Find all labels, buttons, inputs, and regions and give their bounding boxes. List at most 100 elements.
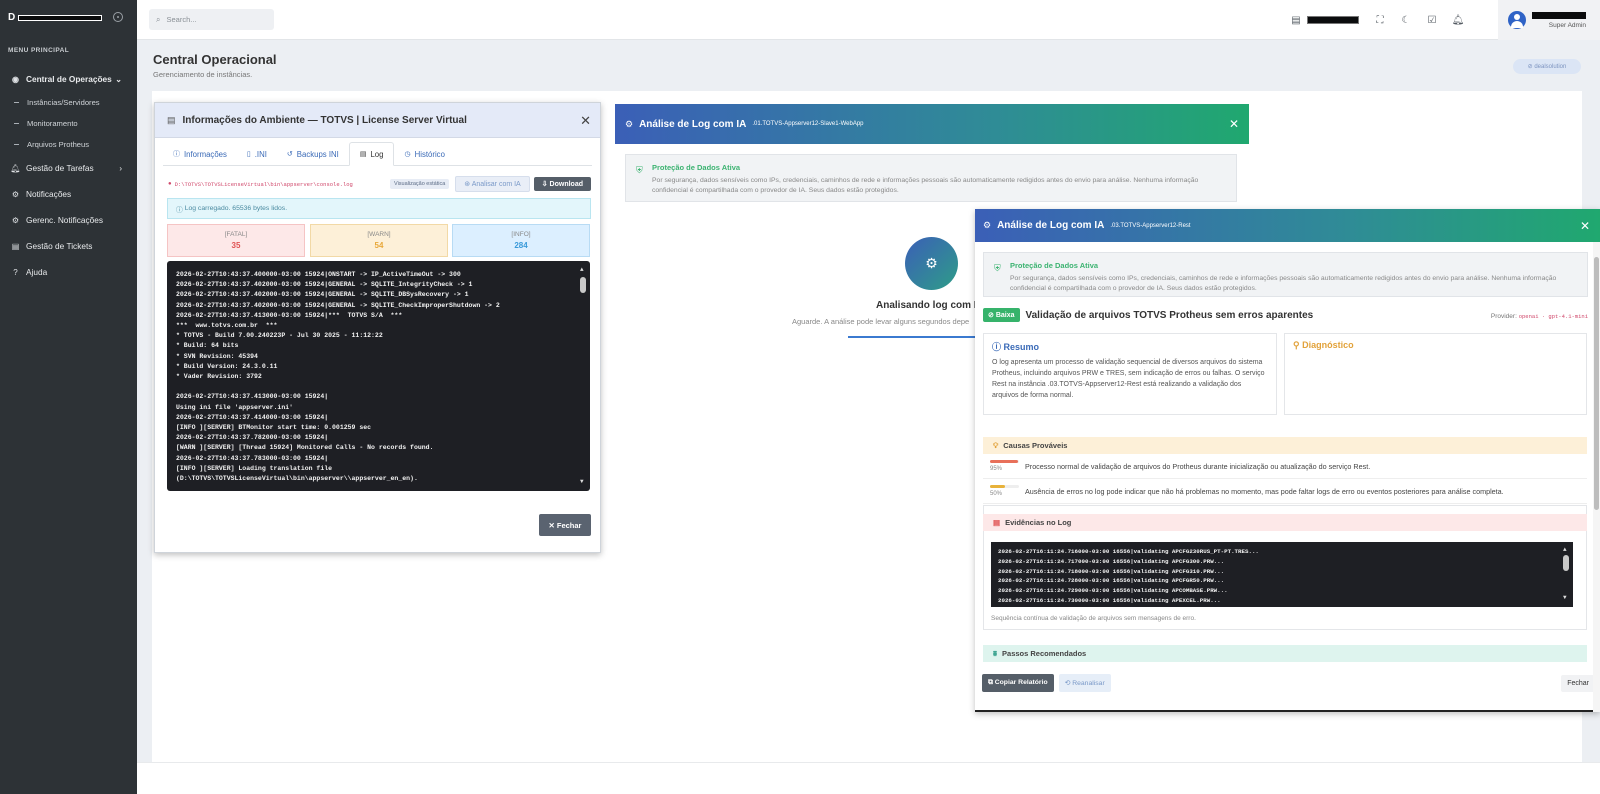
close-icon[interactable]: ✕ [1580,219,1590,233]
confidence-bar: 95% [990,460,1019,472]
counter-label: [FATAL] [224,231,248,238]
confidence-bar: 50% [990,485,1019,497]
page-header: Central Operacional Gerenciamento de ins… [153,52,277,79]
provider-label: Provider: [1490,313,1517,320]
avatar [1508,11,1526,29]
log-text: 2026-02-27T10:43:37.400000-03:00 15924|O… [176,271,500,483]
reanalyze-button[interactable]: ⟲ Reanalisar [1058,674,1111,692]
protection-title: Proteção de Dados Ativa [1010,261,1099,270]
info-icon: ⓘ [173,151,180,158]
analyzing-title: Analisando log com IA [876,300,984,311]
warn-counter: [WARN] 54 [310,224,448,257]
copy-report-button[interactable]: ⧉ Copiar Relatório [982,674,1054,692]
evidence-note: Sequência contínua de validação de arqui… [991,615,1196,622]
sidebar-item-monitoramento[interactable]: Monitoramento [0,113,137,134]
checklist-icon[interactable]: ☑ [1425,13,1439,27]
tab-log[interactable]: ▤ Log [348,142,395,166]
ai-analysis-modal-1: ⚙ Análise de Log com IA .01.TOTVS-Appser… [615,104,1249,144]
evidence-header: ▤ Evidências no Log [983,514,1587,531]
search-input[interactable]: ⌕ Search... [149,9,274,30]
sidebar-item-notificacoes[interactable]: ⚙ Notificações [0,181,137,207]
scrollbar[interactable]: ▲ ▼ [579,265,587,487]
bell-icon: 🔔︎ [10,163,21,173]
scroll-up-icon[interactable]: ▲ [580,265,584,275]
tab-label: Histórico [414,149,445,159]
counter-value: 54 [374,241,384,250]
scroll-thumb[interactable] [1594,257,1599,510]
tab-ini[interactable]: ▯ .INI [237,142,277,166]
causes-header: 💡︎ Causas Prováveis [983,437,1587,454]
bell-icon[interactable]: 🔔︎ [1451,13,1465,27]
scroll-up-icon[interactable]: ▲ [1563,545,1567,555]
diagnosis-title: ⚲ Diagnóstico [1293,340,1354,350]
brand-logo[interactable]: D [8,12,103,23]
scrollbar[interactable] [1593,242,1600,712]
sidebar-item-arquivos-protheus[interactable]: Arquivos Protheus [0,134,137,155]
moon-icon[interactable]: ☾ [1399,13,1413,27]
sidebar-item-label: Gestão de Tarefas [26,163,94,173]
analyzing-subtitle: Aguarde. A análise pode levar alguns seg… [792,317,970,326]
topbar: ⌕ Search... ▤ ⛶ ☾ ☑ 🔔︎ Super Admin [137,0,1600,40]
log-path-row: ● D:\TOTVS\TOTVSLicenseVirtual\bin\appse… [168,176,591,192]
severity-badge: ⊘ Baixa [983,308,1020,322]
sidebar-item-instancias[interactable]: Instâncias/Servidores [0,92,137,113]
server-icon: ▤ [167,114,176,125]
footer [137,762,1600,794]
provider-info: Provider: openai · gpt-4.1-mini [1491,313,1588,320]
user-menu[interactable]: Super Admin [1498,0,1600,40]
sidebar-toggle-icon[interactable] [113,12,123,22]
close-icon[interactable]: ✕ [1229,117,1239,131]
fullscreen-icon[interactable]: ⛶ [1373,13,1387,27]
steps-icon: ⩩ [993,648,998,658]
chevron-right-icon: › [119,163,122,173]
button-label: Analisar com IA [471,181,521,188]
cause-text: Processo normal de validação de arquivos… [1025,461,1371,471]
sidebar-item-gestao-tarefas[interactable]: 🔔︎ Gestão de Tarefas › [0,155,137,181]
log-console[interactable]: 2026-02-27T10:43:37.400000-03:00 15924|O… [167,261,590,491]
info-counter: [INFO] 284 [452,224,590,257]
close-button[interactable]: Fechar [1561,674,1595,692]
counter-label: [WARN] [367,231,391,238]
close-icon[interactable]: ✕ [580,113,591,129]
sidebar-item-gerenc-notificacoes[interactable]: ⚙ Gerenc. Notificações [0,207,137,233]
scroll-down-icon[interactable]: ▼ [580,477,584,487]
robot-icon: ⚙ [983,220,992,230]
tab-label: Log [370,149,384,159]
section-title: Passos Recomendados [1002,649,1087,658]
tab-bar: ⓘ Informações ▯ .INI ↺ Backups INI ▤ Log ◷ Hi… [163,142,592,166]
steps-header: ⩩ Passos Recomendados [983,645,1587,662]
tenant-pill[interactable]: ⊘ dealsolution [1513,59,1581,74]
scroll-down-icon[interactable]: ▼ [1563,593,1567,603]
scroll-thumb[interactable] [1563,555,1569,571]
scroll-thumb[interactable] [580,277,586,293]
data-protection-notice: ⛨ Proteção de Dados Ativa Por segurança,… [983,252,1588,297]
download-button[interactable]: ⇩ Download [533,177,591,191]
scrollbar[interactable]: ▲ ▼ [1562,545,1570,603]
tab-label: .INI [254,149,267,159]
tab-informacoes[interactable]: ⓘ Informações [163,142,237,166]
tab-backups-ini[interactable]: ↺ Backups INI [277,142,349,166]
counter-value: 35 [231,241,241,250]
button-label: Reanalisar [1072,680,1105,687]
section-title: Evidências no Log [1005,518,1072,527]
sidebar-item-gestao-tickets[interactable]: ▤ Gestão de Tickets [0,233,137,259]
close-button[interactable]: ✕ Fechar [539,514,591,536]
pin-icon: ● [168,181,172,187]
dash-icon [14,102,19,103]
sidebar-item-central-operacoes[interactable]: ◉ Central de Operações ⌄ [0,66,137,92]
analyze-ai-button[interactable]: ⊛ Analisar com IA [455,176,530,192]
sidebar-item-label: Instâncias/Servidores [27,98,100,107]
sidebar-item-label: Ajuda [26,267,48,277]
severity-label: Baixa [995,312,1015,319]
evidence-console[interactable]: 2026-02-27T16:11:24.716000-03:00 16556|v… [991,542,1573,607]
modal-header: ▤ Informações do Ambiente — TOTVS | Lice… [155,103,600,138]
provider-model: openai · gpt-4.1-mini [1518,313,1588,320]
tab-label: Backups INI [296,149,339,159]
ai-analysis-modal-2: ⚙ Análise de Log com IA .03.TOTVS-Appser… [975,209,1600,712]
tab-historico[interactable]: ◷ Histórico [394,142,454,166]
search-icon: ⌕ [156,14,161,24]
ai-spinner-icon: ⚙ [905,237,958,290]
server-name-redacted[interactable] [1307,16,1359,24]
server-icon[interactable]: ▤ [1289,13,1303,27]
sidebar-item-ajuda[interactable]: ? Ajuda [0,259,137,285]
